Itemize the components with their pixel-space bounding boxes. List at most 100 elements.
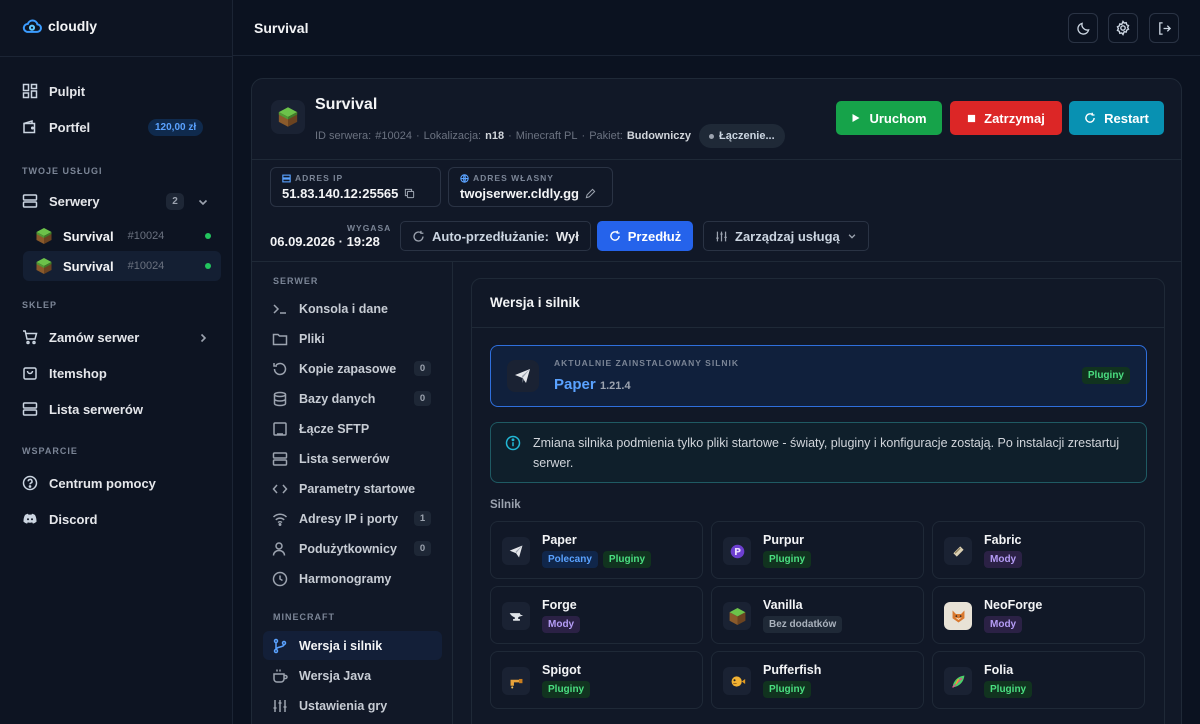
engine-option-folia[interactable]: Folia Pluginy bbox=[932, 651, 1145, 709]
discord-icon bbox=[23, 513, 37, 524]
ip-label: ADRES IP bbox=[295, 173, 344, 183]
database-icon bbox=[273, 391, 287, 406]
extend-button[interactable]: Przedłuż bbox=[597, 221, 693, 251]
custom-address-box[interactable]: ADRES WŁASNY twojserwer.cldly.gg bbox=[448, 167, 613, 207]
brand-name: cloudly bbox=[48, 18, 98, 34]
manage-service-dropdown[interactable]: Zarządzaj usługą bbox=[703, 221, 869, 251]
subnav-startup-params[interactable]: Parametry startowe bbox=[263, 474, 442, 503]
start-label: Uruchom bbox=[869, 110, 927, 126]
copy-icon[interactable] bbox=[404, 188, 415, 199]
info-icon bbox=[505, 435, 521, 451]
engine-tag: Mody bbox=[984, 551, 1023, 568]
subnav-ip-ports[interactable]: Adresy IP i porty 1 bbox=[263, 504, 442, 533]
extend-label: Przedłuż bbox=[627, 228, 682, 244]
engine-name: Folia bbox=[984, 663, 1014, 677]
engine-name: Vanilla bbox=[763, 598, 803, 612]
nav-dashboard[interactable]: Pulpit bbox=[22, 83, 85, 99]
subnav-java-version[interactable]: Wersja Java bbox=[263, 661, 442, 690]
subnav-sftp[interactable]: Łącze SFTP bbox=[263, 414, 442, 443]
engine-option-spigot[interactable]: Spigot Pluginy bbox=[490, 651, 703, 709]
sidebar: cloudly Pulpit Portfel 120,00 zł TWOJE U… bbox=[0, 0, 233, 724]
pencil-icon[interactable] bbox=[585, 188, 596, 199]
brand-logo[interactable]: cloudly bbox=[22, 18, 97, 34]
pufferfish-icon bbox=[723, 667, 751, 695]
nav-server-list[interactable]: Lista serwerów bbox=[22, 401, 143, 417]
engine-option-purpur[interactable]: P Purpur Pluginy bbox=[711, 521, 924, 579]
engine-option-pufferfish[interactable]: Pufferfish Pluginy bbox=[711, 651, 924, 709]
folder-icon bbox=[272, 333, 288, 345]
chevron-down-icon[interactable] bbox=[197, 196, 209, 208]
nav-servers-label: Serwery bbox=[49, 193, 100, 209]
engine-tag: Pluginy bbox=[602, 551, 652, 568]
expiry-date: 06.09.2026 · 19:28 bbox=[270, 234, 380, 249]
divider bbox=[252, 159, 1181, 160]
subnav-label: Podużytkownicy bbox=[299, 541, 397, 556]
engine-option-neoforge[interactable]: NeoForge Mody bbox=[932, 586, 1145, 644]
subnav-section-minecraft: MINECRAFT bbox=[273, 612, 335, 622]
nav-servers[interactable]: Serwery bbox=[22, 193, 100, 209]
subnav-files[interactable]: Pliki bbox=[263, 324, 442, 353]
refresh-icon bbox=[1085, 112, 1095, 123]
subnav-databases[interactable]: Bazy danych 0 bbox=[263, 384, 442, 413]
ip-address-box[interactable]: ADRES IP 51.83.140.12:25565 bbox=[270, 167, 441, 207]
server-icon bbox=[272, 451, 288, 466]
server-icon bbox=[22, 402, 38, 416]
engine-option-vanilla[interactable]: Vanilla Bez dodatków bbox=[711, 586, 924, 644]
engine-tag: Pluginy bbox=[763, 551, 812, 568]
auto-renew-value: Wył bbox=[556, 228, 579, 244]
restart-button[interactable]: Restart bbox=[1069, 101, 1164, 135]
custom-address-value: twojserwer.cldly.gg bbox=[460, 186, 579, 201]
engine-option-paper[interactable]: Paper Polecany Pluginy bbox=[490, 521, 703, 579]
stop-button[interactable]: Zatrzymaj bbox=[950, 101, 1062, 135]
subnav-version-engine[interactable]: Wersja i silnik bbox=[263, 631, 442, 660]
refresh-icon bbox=[413, 230, 424, 242]
engine-option-forge[interactable]: Forge Mody bbox=[490, 586, 703, 644]
settings-button[interactable] bbox=[1108, 13, 1138, 43]
coffee-icon bbox=[273, 669, 288, 683]
version-engine-panel: Wersja i silnik AKTUALNIE ZAINSTALOWANY … bbox=[471, 278, 1165, 724]
manage-label: Zarządzaj usługą bbox=[735, 228, 840, 244]
chevron-right-icon[interactable] bbox=[197, 332, 209, 344]
subnav-backups[interactable]: Kopie zapasowe 0 bbox=[263, 354, 442, 383]
nav-server-list-label: Lista serwerów bbox=[49, 401, 143, 417]
globe-icon bbox=[460, 173, 469, 183]
current-engine-name: Paper bbox=[554, 376, 596, 393]
meta-id: #10024 bbox=[375, 130, 412, 142]
logout-button[interactable] bbox=[1149, 13, 1179, 43]
subnav-console[interactable]: Konsola i dane bbox=[263, 294, 442, 323]
ip-value: 51.83.140.12:25565 bbox=[282, 186, 399, 201]
server-item-name: Survival bbox=[63, 228, 114, 244]
subnav-subusers[interactable]: Podużytkownicy 0 bbox=[263, 534, 442, 563]
theme-toggle-button[interactable] bbox=[1068, 13, 1098, 43]
cart-icon bbox=[23, 330, 38, 345]
server-name: Survival bbox=[315, 96, 378, 113]
paper-plane-icon bbox=[507, 360, 539, 392]
engine-option-fabric[interactable]: Fabric Mody bbox=[932, 521, 1145, 579]
info-text: Zmiana silnika podmienia tylko pliki sta… bbox=[533, 436, 1120, 470]
online-status-dot bbox=[205, 263, 211, 269]
section-services: TWOJE USŁUGI bbox=[22, 166, 103, 176]
nav-discord[interactable]: Discord bbox=[22, 511, 97, 527]
subnav-label: Wersja i silnik bbox=[299, 638, 383, 653]
subnav-schedules[interactable]: Harmonogramy bbox=[263, 564, 442, 593]
current-engine-card: AKTUALNIE ZAINSTALOWANY SILNIK Paper 1.2… bbox=[490, 345, 1147, 407]
server-item[interactable]: Survival #10024 bbox=[23, 221, 221, 251]
nav-help-center[interactable]: Centrum pomocy bbox=[22, 475, 156, 491]
start-button[interactable]: Uruchom bbox=[836, 101, 942, 135]
subnav-server-list[interactable]: Lista serwerów bbox=[263, 444, 442, 473]
server-item-active[interactable]: Survival #10024 bbox=[23, 251, 221, 281]
count-badge: 0 bbox=[414, 541, 431, 556]
subnav-game-settings[interactable]: Ustawienia gry bbox=[263, 691, 442, 720]
nav-order-server[interactable]: Zamów serwer bbox=[22, 329, 139, 345]
nav-itemshop[interactable]: Itemshop bbox=[22, 365, 107, 381]
auto-renew-button[interactable]: Auto-przedłużanie: Wył bbox=[400, 221, 591, 251]
nav-itemshop-label: Itemshop bbox=[49, 365, 107, 381]
nav-dashboard-label: Pulpit bbox=[49, 83, 86, 99]
section-shop: SKLEP bbox=[22, 300, 58, 310]
engine-tag: Mody bbox=[542, 616, 581, 633]
nav-wallet[interactable]: Portfel bbox=[22, 119, 90, 135]
paper-plane-icon bbox=[502, 537, 530, 565]
grass-block-icon bbox=[36, 228, 52, 244]
current-engine-tag: Pluginy bbox=[1081, 367, 1130, 384]
subnav-label: Adresy IP i porty bbox=[299, 511, 399, 526]
